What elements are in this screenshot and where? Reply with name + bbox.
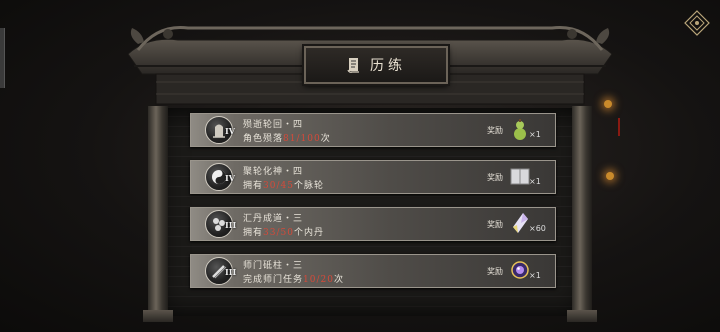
task-description: 完成师门任务10/20次 [243, 272, 344, 285]
scroll-book-icon[interactable] [509, 164, 531, 188]
task-description-text: 拥有 [243, 181, 264, 191]
tassel-decoration [618, 118, 620, 136]
task-progress: 10/20 [303, 275, 334, 285]
task-description: 拥有33/50个内丹 [243, 225, 324, 238]
reward-quantity: ×60 [529, 224, 546, 233]
reward-label: 奖励 [487, 173, 503, 182]
task-progress: 81/100 [283, 134, 321, 144]
left-pillar [148, 106, 168, 320]
task-row[interactable]: IV 聚轮化神・四 拥有30/45个脉轮 奖励 ×1 [190, 160, 556, 194]
task-name: 聚轮化神・四 [243, 167, 304, 177]
task-row[interactable]: III 汇丹成道・三 拥有33/50个内丹 奖励 ×60 [190, 207, 556, 241]
reward-label: 奖励 [487, 220, 503, 229]
reward-quantity: ×1 [529, 177, 541, 186]
task-description-suffix: 个内丹 [293, 228, 324, 238]
tier-badge: III [225, 267, 237, 277]
task-description-suffix: 次 [333, 275, 344, 285]
task-description-text: 拥有 [243, 228, 264, 238]
reward-label: 奖励 [487, 126, 503, 135]
task-description-suffix: 个脉轮 [293, 181, 324, 191]
task-name: 师门砥柱・三 [243, 261, 304, 271]
task-name: 殒逝轮回・四 [243, 120, 304, 130]
left-pillar-base [143, 310, 173, 322]
tier-badge: IV [225, 173, 235, 183]
task-description-text: 完成师门任务 [243, 275, 304, 285]
orb-icon[interactable] [509, 258, 531, 282]
task-row[interactable]: III 师门砥柱・三 完成师门任务10/20次 奖励 ×1 [190, 254, 556, 288]
side-panel-tab[interactable] [0, 28, 5, 88]
task-progress: 33/50 [263, 228, 294, 238]
reward-quantity: ×1 [529, 271, 541, 280]
compass-menu-icon[interactable] [684, 10, 710, 36]
right-pillar [572, 106, 592, 320]
task-name: 汇丹成道・三 [243, 214, 304, 224]
task-progress: 30/45 [263, 181, 294, 191]
task-description-text: 角色殒落 [243, 134, 284, 144]
crystal-icon[interactable] [509, 211, 531, 235]
right-pillar-base [567, 310, 597, 322]
page-title: 历练 [370, 58, 406, 74]
reward-label: 奖励 [487, 267, 503, 276]
task-row[interactable]: IV 殒逝轮回・四 角色殒落81/100次 奖励 ×1 [190, 113, 556, 147]
tier-badge: III [225, 220, 237, 230]
title-plaque: 历练 [304, 46, 448, 84]
task-description: 角色殒落81/100次 [243, 131, 331, 144]
task-description: 拥有30/45个脉轮 [243, 178, 324, 191]
scroll-icon [347, 58, 359, 73]
reward-quantity: ×1 [529, 130, 541, 139]
tier-badge: IV [225, 126, 235, 136]
gourd-icon[interactable] [509, 117, 531, 141]
task-description-suffix: 次 [320, 134, 331, 144]
